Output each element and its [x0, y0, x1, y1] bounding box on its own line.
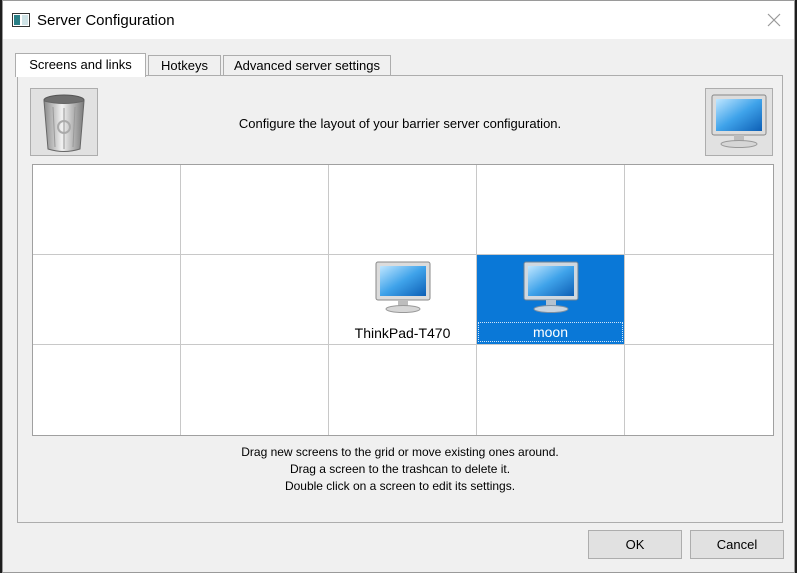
grid-cell[interactable]: [181, 345, 329, 435]
screen-thinkpad-t470[interactable]: ThinkPad-T470: [329, 255, 477, 345]
grid-cell[interactable]: [477, 165, 625, 255]
server-configuration-dialog: Server Configuration Screens and links H…: [2, 0, 795, 573]
monitor-icon: [375, 261, 430, 313]
titlebar: Server Configuration: [3, 1, 794, 39]
grid-cell[interactable]: [33, 255, 181, 345]
tab-screens-and-links[interactable]: Screens and links: [15, 53, 146, 77]
tab-advanced-server-settings[interactable]: Advanced server settings: [223, 55, 391, 76]
help-line: Drag a screen to the trashcan to delete …: [289, 462, 511, 476]
help-line: Double click on a screen to edit its set…: [284, 479, 516, 493]
config-description: Configure the layout of your barrier ser…: [238, 116, 562, 131]
close-icon[interactable]: [764, 10, 784, 30]
screen-layout-grid[interactable]: ThinkPad-T470 moon: [32, 164, 774, 436]
grid-cell[interactable]: [477, 345, 625, 435]
grid-cell[interactable]: [625, 255, 773, 345]
grid-cell[interactable]: [181, 255, 329, 345]
grid-cell[interactable]: [33, 345, 181, 435]
screens-and-links-panel: Configure the layout of your barrier ser…: [17, 75, 783, 523]
grid-cell[interactable]: [33, 165, 181, 255]
ok-button[interactable]: OK: [588, 530, 682, 559]
tab-hotkeys[interactable]: Hotkeys: [148, 55, 221, 76]
app-icon: [12, 13, 30, 27]
help-text: Drag new screens to the grid or move exi…: [18, 444, 782, 495]
cancel-button[interactable]: Cancel: [690, 530, 784, 559]
monitor-icon: [711, 94, 767, 148]
screen-name: ThinkPad-T470: [354, 325, 451, 341]
screen-moon[interactable]: moon: [477, 255, 625, 345]
grid-cell[interactable]: [181, 165, 329, 255]
grid-cell[interactable]: [625, 165, 773, 255]
grid-cell[interactable]: [625, 345, 773, 435]
window-title: Server Configuration: [37, 12, 175, 29]
grid-cell[interactable]: [329, 345, 477, 435]
monitor-icon: [523, 261, 578, 313]
grid-cell[interactable]: [329, 165, 477, 255]
help-line: Drag new screens to the grid or move exi…: [241, 445, 559, 459]
screen-name: moon: [478, 322, 623, 342]
new-screen-button[interactable]: [705, 88, 773, 156]
